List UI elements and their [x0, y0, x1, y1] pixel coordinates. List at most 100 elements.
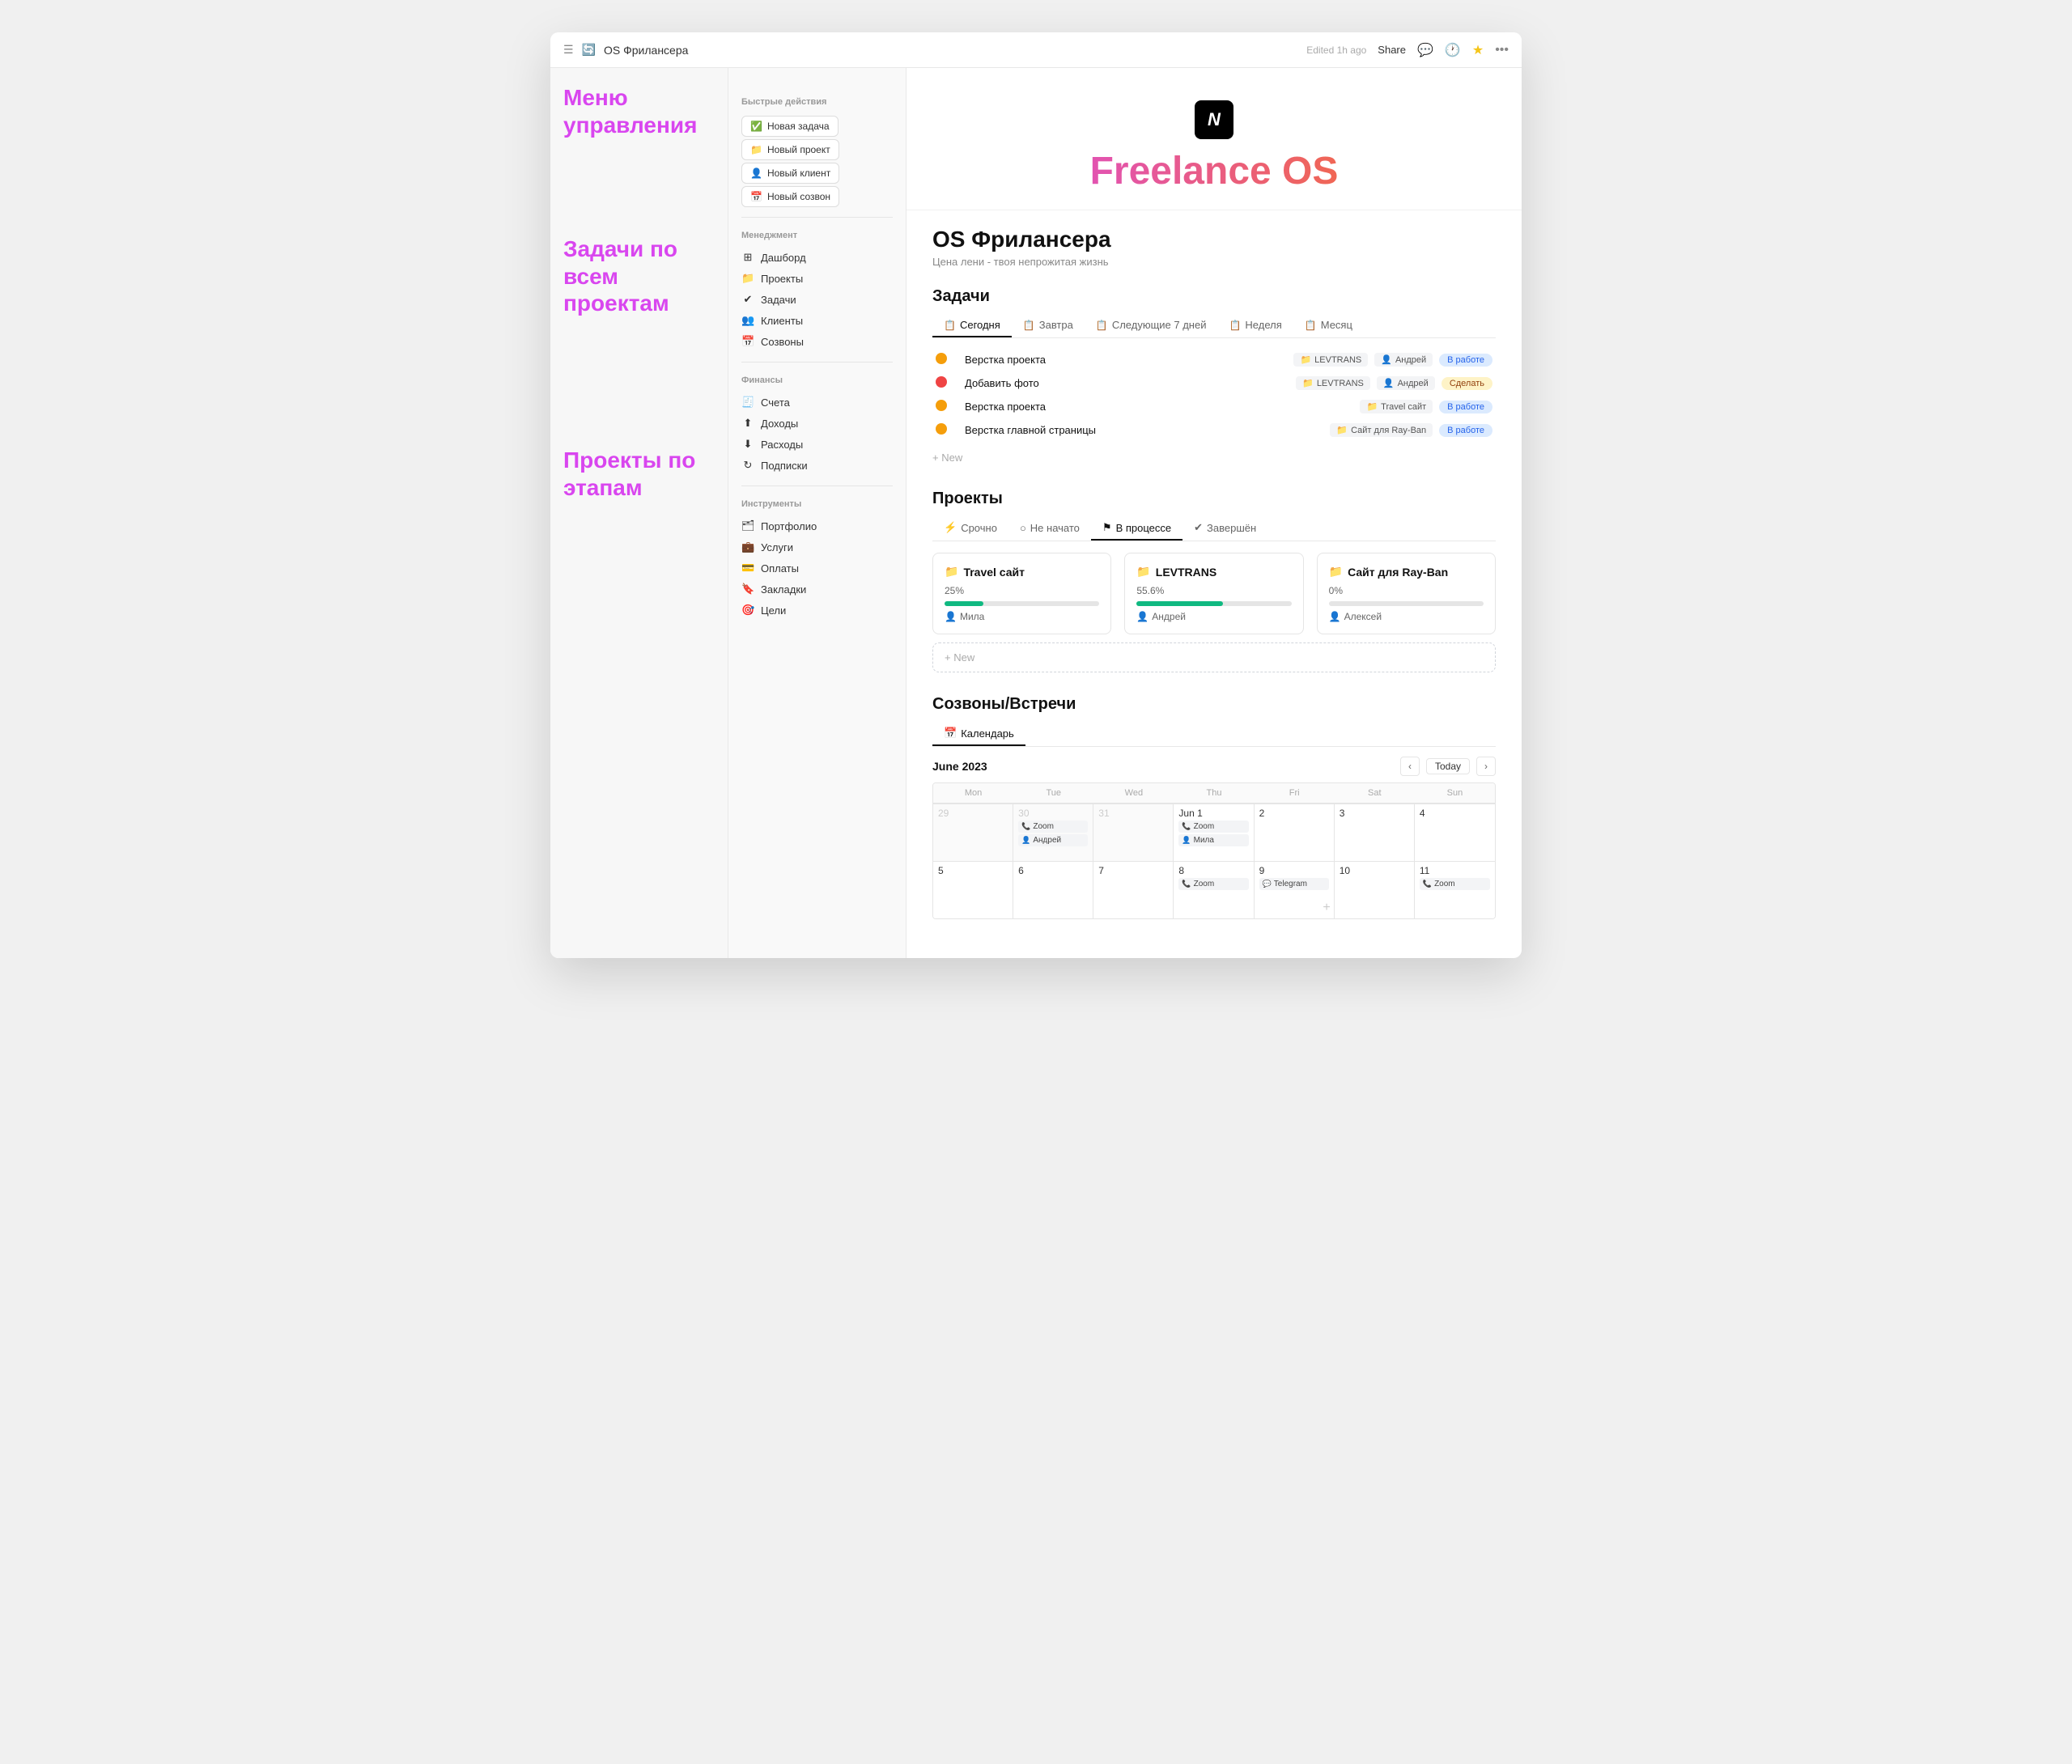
calendar-icon: 📅 — [944, 727, 957, 740]
tasks-section: Задачи 📋 Сегодня 📋 Завтра 📋 Следующие — [932, 287, 1496, 467]
more-icon[interactable]: ••• — [1495, 43, 1509, 57]
sidebar: Быстрые действия ✅ Новая задача 📁 Новый … — [728, 68, 906, 958]
sidebar-item-invoices[interactable]: 🧾 Счета — [728, 392, 906, 413]
sidebar-item-income[interactable]: ⬆ Доходы — [728, 413, 906, 434]
event-label: Zoom — [1194, 880, 1215, 888]
cal-add-button[interactable]: + — [1323, 901, 1330, 915]
new-client-label: Новый клиент — [767, 167, 830, 179]
tab-calendar[interactable]: 📅 Календарь — [932, 722, 1025, 746]
day-header-thu: Thu — [1174, 783, 1254, 804]
page-main-title: OS Фрилансера — [932, 227, 1496, 252]
cal-next-button[interactable]: › — [1476, 757, 1496, 776]
tasks-label: Задачи — [761, 294, 796, 306]
calendar-label: Календарь — [961, 727, 1014, 740]
proj-tab-done[interactable]: ✔ Завершён — [1182, 516, 1267, 541]
tab-month-icon: 📋 — [1305, 320, 1317, 331]
menu-icon[interactable]: ☰ — [563, 43, 574, 57]
tab-week-label: Неделя — [1245, 319, 1281, 331]
history-icon[interactable]: 🕐 — [1445, 42, 1461, 58]
day-header-sun: Sun — [1415, 783, 1495, 804]
project-card-title: 📁 Сайт для Ray-Ban — [1329, 565, 1484, 579]
project-card-title: 📁 Travel сайт — [945, 565, 1099, 579]
task-person: 👤 Андрей — [1374, 353, 1433, 367]
new-project-button[interactable]: 📁 Новый проект — [741, 139, 839, 160]
calls-icon: 📅 — [741, 335, 754, 348]
annotation-panel: Меню управления Задачи по всем проектам … — [550, 68, 728, 958]
cal-cell: 7 — [1093, 862, 1174, 918]
calendar-days-header: Mon Tue Wed Thu Fri Sat Sun — [933, 783, 1495, 804]
person-name: Алексей — [1344, 611, 1382, 622]
cell-date: 2 — [1259, 808, 1329, 819]
project-percent: 55.6% — [1136, 585, 1291, 596]
new-task-button[interactable]: ✅ Новая задача — [741, 116, 839, 137]
sidebar-item-payments[interactable]: 💳 Оплаты — [728, 558, 906, 579]
sidebar-item-subscriptions[interactable]: ↻ Подписки — [728, 455, 906, 476]
new-client-button[interactable]: 👤 Новый клиент — [741, 163, 839, 184]
share-button[interactable]: Share — [1378, 44, 1406, 56]
projects-add-new[interactable]: + New — [932, 642, 1496, 672]
tab-today[interactable]: 📋 Сегодня — [932, 314, 1012, 337]
new-call-label: Новый созвон — [767, 191, 830, 202]
cell-date: 11 — [1420, 865, 1490, 876]
services-label: Услуги — [761, 541, 793, 553]
sidebar-item-services[interactable]: 💼 Услуги — [728, 536, 906, 558]
content-sections: OS Фрилансера Цена лени - твоя непрожита… — [906, 210, 1522, 958]
goals-icon: 🎯 — [741, 604, 754, 617]
tasks-table: Верстка проекта 📁 LEVTRANS 👤 Андрей В ра… — [932, 348, 1496, 442]
hero-title-orange: OS — [1282, 150, 1338, 193]
task-folder: 📁 LEVTRANS — [1293, 353, 1368, 367]
project-card-rayban: 📁 Сайт для Ray-Ban 0% 👤 Алексей — [1317, 553, 1496, 634]
cell-date: 30 — [1018, 808, 1088, 819]
new-project-label: Новый проект — [767, 144, 830, 155]
sidebar-item-goals[interactable]: 🎯 Цели — [728, 600, 906, 621]
project-person: 👤 Андрей — [1136, 611, 1291, 622]
task-meta: 📁 Travel сайт В работе — [1179, 400, 1492, 413]
cal-event: 📞Zoom — [1018, 821, 1088, 833]
task-dot — [936, 353, 947, 364]
project-folder-icon: 📁 — [1329, 565, 1343, 579]
cal-cell: 2 — [1255, 804, 1335, 861]
project-folder-icon: 📁 — [1136, 565, 1150, 579]
sidebar-item-portfolio[interactable]: 🗂 Портфолио — [728, 515, 906, 536]
event-label: Мила — [1194, 836, 1214, 845]
task-folder: 📁 Travel сайт — [1360, 400, 1433, 413]
proj-tab-urgent[interactable]: ⚡ Срочно — [932, 516, 1008, 541]
topbar-right: Edited 1h ago Share 💬 🕐 ★ ••• — [1306, 42, 1509, 58]
edited-label: Edited 1h ago — [1306, 45, 1366, 56]
proj-tab-notstarted[interactable]: ○ Не начато — [1008, 516, 1091, 541]
tab-next7[interactable]: 📋 Следующие 7 дней — [1085, 314, 1218, 337]
projects-heading: Проекты — [932, 490, 1496, 508]
project-progress-bg — [945, 601, 1099, 606]
sidebar-item-projects[interactable]: 📁 Проекты — [728, 268, 906, 289]
hero-section: N Freelance OS — [906, 68, 1522, 210]
cal-today-button[interactable]: Today — [1426, 758, 1470, 774]
cal-cell: 3 — [1335, 804, 1415, 861]
event-label: Андрей — [1033, 836, 1061, 845]
cell-date: 9 — [1259, 865, 1329, 876]
sidebar-item-calls[interactable]: 📅 Созвоны — [728, 331, 906, 352]
sidebar-item-expenses[interactable]: ⬇ Расходы — [728, 434, 906, 455]
hero-title: Freelance OS — [923, 149, 1505, 193]
star-icon[interactable]: ★ — [1472, 42, 1484, 58]
urgent-label: Срочно — [961, 522, 997, 534]
tab-tomorrow[interactable]: 📋 Завтра — [1012, 314, 1085, 337]
sidebar-item-dashboard[interactable]: ⊞ Дашборд — [728, 247, 906, 268]
tab-week[interactable]: 📋 Неделя — [1217, 314, 1293, 337]
calls-heading: Созвоны/Встречи — [932, 695, 1496, 714]
proj-tab-inprogress[interactable]: ⚑ В процессе — [1091, 516, 1182, 541]
cal-cell: Jun 1 📞Zoom 👤Мила — [1174, 804, 1254, 861]
new-call-button[interactable]: 📅 Новый созвон — [741, 186, 839, 207]
task-badge: В работе — [1439, 424, 1492, 437]
annotation-menu: Меню управления — [563, 84, 715, 138]
goals-label: Цели — [761, 604, 786, 617]
tasks-add-new[interactable]: + New — [932, 448, 1496, 467]
cal-prev-button[interactable]: ‹ — [1400, 757, 1420, 776]
sidebar-item-clients[interactable]: 👥 Клиенты — [728, 310, 906, 331]
calls-section: Созвоны/Встречи 📅 Календарь June 2023 ‹ … — [932, 695, 1496, 919]
task-dot — [936, 400, 947, 411]
tab-month[interactable]: 📋 Месяц — [1293, 314, 1364, 337]
comment-icon[interactable]: 💬 — [1417, 42, 1433, 58]
new-task-icon: ✅ — [750, 121, 762, 132]
sidebar-item-bookmarks[interactable]: 🔖 Закладки — [728, 579, 906, 600]
sidebar-item-tasks[interactable]: ✔ Задачи — [728, 289, 906, 310]
